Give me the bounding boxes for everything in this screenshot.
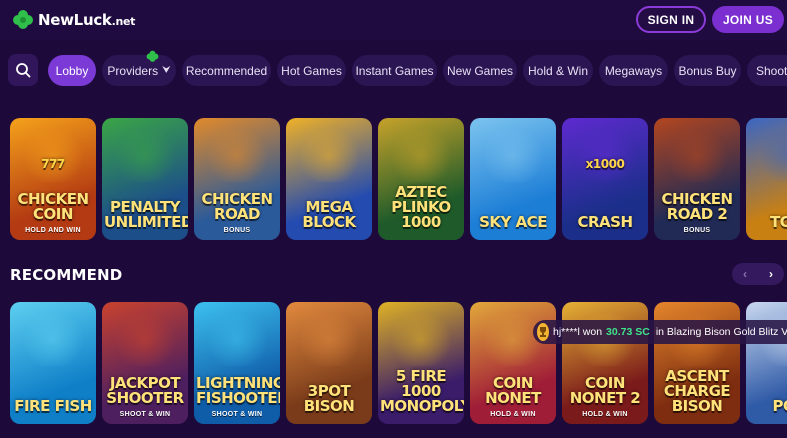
game-artwork-glow	[386, 130, 456, 182]
game-title: COIN NONET 2	[569, 374, 641, 407]
game-subtitle: HOLD & WIN	[582, 411, 628, 418]
recommended-game-tile[interactable]: JACKPOT SHOOTER SHOOT & WIN	[102, 302, 188, 424]
search-button[interactable]	[8, 54, 38, 86]
featured-game-tile[interactable]: AZTEC PLINKO 1000	[378, 118, 464, 240]
game-subtitle: BONUS	[683, 227, 711, 234]
game-title: CRASH	[577, 213, 633, 231]
tab-shooting[interactable]: Shooti	[747, 55, 787, 86]
game-title: PENALTY UNLIMITED	[104, 198, 188, 231]
game-subtitle: SHOOT & WIN	[119, 411, 171, 418]
featured-games-row: 777 CHICKEN COIN HOLD AND WIN PENALTY UNLIM…	[0, 118, 787, 240]
game-title: JACKPOT SHOOTER	[106, 374, 184, 407]
ticker-user: hj****l won	[553, 326, 603, 338]
clover-badge-icon	[146, 50, 159, 62]
tab-bonus-buy[interactable]: Bonus Buy	[674, 55, 741, 86]
game-title: CHICKEN ROAD	[201, 190, 273, 223]
recommend-heading: RECOMMEND	[10, 266, 123, 284]
tab-megaways[interactable]: Megaways	[599, 55, 668, 86]
game-artwork-glow	[386, 314, 456, 366]
carousel-nav: ‹ ›	[732, 263, 784, 285]
featured-game-tile[interactable]: 777 CHICKEN COIN HOLD AND WIN	[10, 118, 96, 240]
game-artwork-glow	[294, 314, 364, 366]
game-title: POS	[772, 397, 787, 415]
game-artwork-glow	[478, 130, 548, 182]
game-title: CHICKEN COIN	[17, 190, 89, 223]
tab-providers[interactable]: Providers ⮟	[102, 55, 176, 86]
featured-game-tile[interactable]: x1000 CRASH	[562, 118, 648, 240]
featured-game-tile[interactable]: CHICKEN ROAD BONUS	[194, 118, 280, 240]
game-title: TOW	[769, 213, 787, 231]
chevron-left-icon[interactable]: ‹	[732, 263, 758, 285]
featured-game-tile[interactable]: CHICKEN ROAD 2 BONUS	[654, 118, 740, 240]
chevron-right-icon[interactable]: ›	[758, 263, 784, 285]
game-subtitle: HOLD & WIN	[490, 411, 536, 418]
game-title: SKY ACE	[479, 213, 547, 231]
game-badge: 777	[41, 157, 65, 171]
tab-new-games[interactable]: New Games	[443, 55, 517, 86]
tab-hot-games[interactable]: Hot Games	[277, 55, 346, 86]
top-header: NewLuck.net SIGN IN JOIN US	[0, 0, 787, 40]
game-artwork-glow	[18, 314, 88, 366]
featured-game-tile[interactable]: SKY ACE	[470, 118, 556, 240]
recommended-game-tile[interactable]: FIRE FISH	[10, 302, 96, 424]
join-us-button[interactable]: JOIN US	[712, 6, 784, 33]
clover-icon	[13, 10, 33, 29]
tab-hold-win[interactable]: Hold & Win	[523, 55, 593, 86]
game-artwork-glow	[202, 314, 272, 366]
game-artwork-glow	[662, 130, 732, 182]
game-title: CHICKEN ROAD 2	[661, 190, 733, 223]
game-artwork-glow	[110, 314, 180, 366]
game-title: 5 FIRE 1000 MONOPOLY	[380, 367, 464, 415]
search-icon	[16, 63, 31, 78]
tab-instant-games[interactable]: Instant Games	[352, 55, 437, 86]
recommended-game-tile[interactable]: 3POT BISON	[286, 302, 372, 424]
sign-in-button[interactable]: SIGN IN	[636, 6, 706, 33]
win-ticker: hj****l won 30.73 SC in Blazing Bison Go…	[533, 320, 787, 344]
game-artwork-glow	[570, 130, 640, 182]
game-title: 3POT BISON	[303, 382, 355, 415]
game-badge: x1000	[585, 157, 625, 171]
site-logo[interactable]: NewLuck.net	[12, 9, 135, 31]
game-artwork-glow	[202, 130, 272, 182]
trophy-icon	[537, 323, 549, 341]
game-title: LIGHTNING FISHOOTER	[196, 374, 280, 407]
game-artwork-glow	[18, 130, 88, 182]
game-artwork-glow	[294, 130, 364, 182]
recommended-game-tile[interactable]: 5 FIRE 1000 MONOPOLY	[378, 302, 464, 424]
game-subtitle: BONUS	[223, 227, 251, 234]
featured-game-tile[interactable]: PENALTY UNLIMITED	[102, 118, 188, 240]
ticker-amount: 30.73 SC	[606, 326, 650, 338]
featured-game-tile[interactable]: MEGA BLOCK	[286, 118, 372, 240]
game-title: COIN NONET	[485, 374, 541, 407]
game-title: MEGA BLOCK	[302, 198, 356, 231]
tab-recommended[interactable]: Recommended	[182, 55, 271, 86]
tab-providers-label: Providers	[107, 63, 159, 78]
game-title: AZTEC PLINKO 1000	[391, 183, 451, 231]
game-subtitle: SHOOT & WIN	[211, 411, 263, 418]
game-artwork-glow	[110, 130, 180, 182]
game-title: ASCENT CHARGE BISON	[663, 367, 731, 415]
ticker-game: in Blazing Bison Gold Blitz VF	[655, 326, 787, 338]
chevron-down-icon: ⮟	[162, 65, 171, 76]
game-title: FIRE FISH	[14, 397, 92, 415]
game-subtitle: HOLD AND WIN	[25, 227, 81, 234]
featured-game-tile[interactable]: TOW	[746, 118, 787, 240]
category-filter-bar: Lobby Providers ⮟ Recommended Hot Games …	[0, 54, 787, 88]
logo-text: NewLuck.net	[38, 11, 136, 29]
recommended-game-tile[interactable]: LIGHTNING FISHOOTER SHOOT & WIN	[194, 302, 280, 424]
tab-lobby[interactable]: Lobby	[48, 55, 96, 86]
